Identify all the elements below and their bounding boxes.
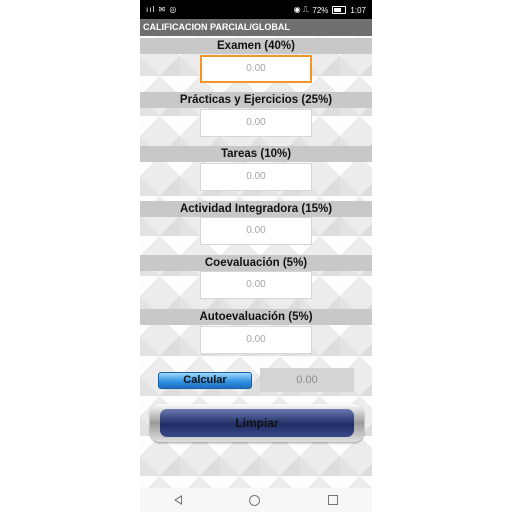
status-right-icons: ◉ ⎍ bbox=[293, 5, 309, 14]
recent-apps-icon[interactable] bbox=[328, 495, 339, 505]
home-icon[interactable] bbox=[249, 494, 261, 506]
label-autoevaluacion: Autoevaluación (5%) bbox=[140, 309, 372, 325]
label-tareas: Tareas (10%) bbox=[140, 146, 372, 162]
input-practicas[interactable]: 0.00 bbox=[200, 109, 312, 137]
app-title: CALIFICACION PARCIAL/GLOBAL bbox=[140, 19, 372, 36]
battery-percent: 72% bbox=[312, 5, 329, 15]
clear-button[interactable]: Limpiar bbox=[160, 409, 354, 437]
input-actividad-integradora[interactable]: 0.00 bbox=[200, 217, 312, 245]
input-tareas[interactable]: 0.00 bbox=[200, 163, 312, 191]
back-icon[interactable] bbox=[173, 495, 182, 505]
calculate-button[interactable]: Calcular bbox=[158, 372, 252, 389]
label-practicas: Prácticas y Ejercicios (25%) bbox=[140, 92, 372, 108]
label-actividad-integradora: Actividad Integradora (15%) bbox=[140, 201, 372, 217]
clock: 1:07 bbox=[350, 5, 366, 15]
status-right: ◉ ⎍ 72% 1:07 bbox=[294, 5, 366, 15]
battery-icon bbox=[332, 6, 347, 14]
status-bar: ııl ✉ ◎ ◉ ⎍ 72% 1:07 bbox=[140, 0, 372, 19]
label-coevaluacion: Coevaluación (5%) bbox=[140, 255, 372, 271]
input-examen[interactable]: 0.00 bbox=[200, 55, 312, 83]
navigation-bar bbox=[140, 488, 372, 512]
input-coevaluacion[interactable]: 0.00 bbox=[200, 271, 312, 299]
result-display: 0.00 bbox=[260, 368, 354, 392]
label-examen: Examen (40%) bbox=[140, 38, 372, 54]
phone-screen: ııl ✉ ◎ ◉ ⎍ 72% 1:07 CALIFICACION PARCIA… bbox=[140, 0, 372, 512]
status-left-icons: ııl ✉ ◎ bbox=[146, 5, 178, 14]
input-autoevaluacion[interactable]: 0.00 bbox=[200, 326, 312, 354]
